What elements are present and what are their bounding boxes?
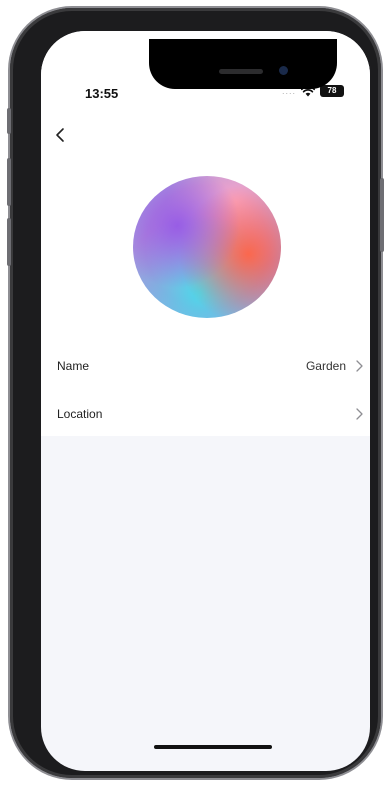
chevron-right-icon: [354, 359, 364, 373]
row-right: [346, 407, 370, 421]
row-value: Garden: [305, 359, 346, 373]
settings-row-name[interactable]: Name Garden: [57, 344, 370, 388]
front-camera: [279, 66, 288, 75]
chevron-right-icon: [354, 407, 364, 421]
phone-frame: 13:55 .... 78 Name Garden Location: [7, 8, 384, 778]
volume-down-button: [7, 218, 11, 266]
device-settings-card: 13:55 .... 78 Name Garden Location: [41, 31, 370, 436]
power-button: [380, 178, 384, 252]
back-button[interactable]: [48, 123, 72, 147]
row-label: Location: [57, 407, 103, 421]
home-indicator[interactable]: [154, 745, 272, 749]
speaker-grille: [219, 69, 263, 74]
row-label: Name: [57, 359, 90, 373]
chevron-left-icon: [56, 128, 64, 142]
page: 13:55 .... 78 Name Garden Location: [0, 0, 391, 785]
battery-icon: 78: [320, 85, 344, 97]
settings-row-location[interactable]: Location: [57, 392, 370, 436]
status-time: 13:55: [85, 86, 119, 101]
mute-switch: [7, 108, 11, 134]
row-right: Garden: [306, 359, 370, 373]
notch: [149, 39, 337, 89]
gradient-orb-icon: [133, 176, 281, 318]
volume-up-button: [7, 158, 11, 206]
screen: 13:55 .... 78 Name Garden Location: [41, 31, 370, 771]
